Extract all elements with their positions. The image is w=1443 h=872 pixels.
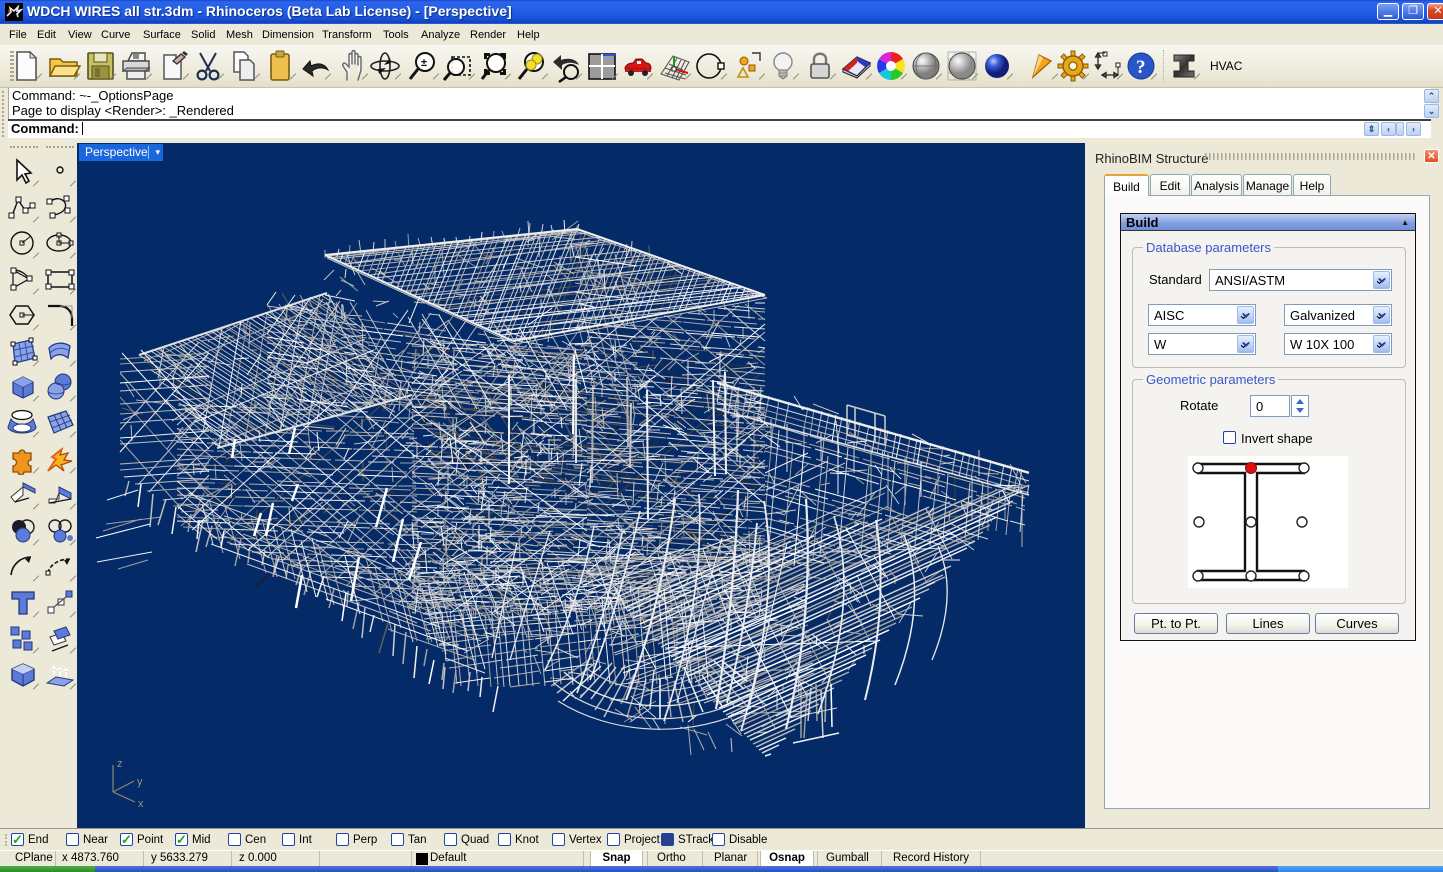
- svg-text:?: ?: [1136, 57, 1146, 78]
- svg-text:z: z: [117, 758, 123, 770]
- svg-text:x: x: [138, 798, 144, 810]
- svg-text:±: ±: [421, 57, 427, 69]
- svg-text:y: y: [137, 776, 143, 788]
